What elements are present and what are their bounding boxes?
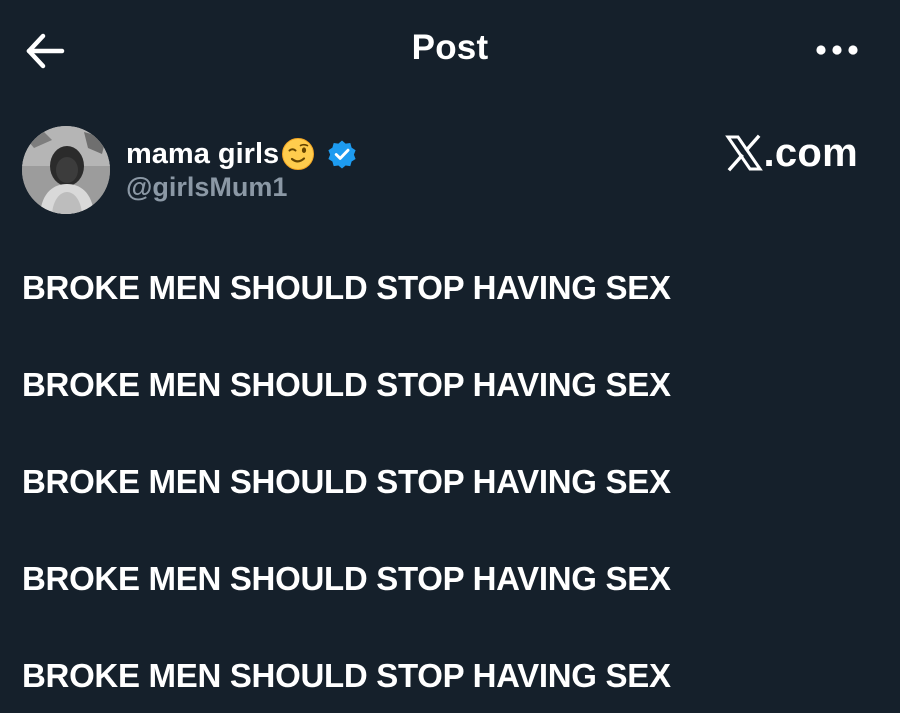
page-title: Post [411,28,489,67]
name-row: mama girls [126,134,357,174]
x-com-watermark: .com [725,130,858,176]
post-text-line: BROKE MEN SHOULD STOP HAVING SEX [22,366,671,403]
post-text-line: BROKE MEN SHOULD STOP HAVING SEX [22,560,671,597]
post-page: Post mama girls @girlsMum1 .com BROKE ME… [0,0,900,713]
post-text-line: BROKE MEN SHOULD STOP HAVING SEX [22,463,671,500]
user-handle[interactable]: @girlsMum1 [126,172,287,203]
top-bar: Post [0,0,900,100]
post-author: mama girls @girlsMum1 .com [22,126,882,216]
post-text: BROKE MEN SHOULD STOP HAVING SEX BROKE M… [22,262,882,713]
verified-badge-icon[interactable] [327,139,357,169]
x-logo-icon [725,134,764,172]
winking-face-emoji-icon [281,137,315,171]
brand-domain-text: .com [763,130,858,175]
more-options-button[interactable] [814,30,860,70]
post-text-line: BROKE MEN SHOULD STOP HAVING SEX [22,657,671,694]
more-horizontal-icon [816,45,858,55]
display-name[interactable]: mama girls [126,138,279,171]
post-text-line: BROKE MEN SHOULD STOP HAVING SEX [22,269,671,306]
avatar-photo [22,126,110,214]
avatar[interactable] [22,126,110,214]
